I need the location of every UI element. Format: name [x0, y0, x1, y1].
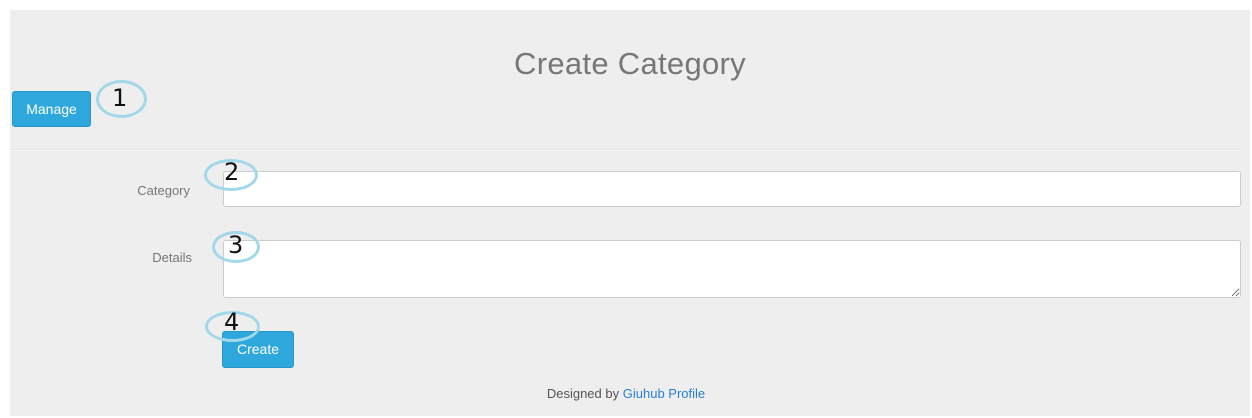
annotation-marker-2-number: 2 — [224, 158, 240, 186]
footer-profile-link[interactable]: Giuhub Profile — [623, 386, 705, 401]
annotation-marker-1-number: 1 — [112, 84, 128, 112]
footer-credit-text: Designed by — [546, 386, 620, 401]
manage-button[interactable]: Manage — [12, 91, 91, 127]
details-textarea[interactable] — [223, 240, 1241, 298]
category-label: Category — [137, 183, 190, 198]
category-input[interactable] — [223, 171, 1241, 207]
footer: Designed by Giuhub Profile — [0, 386, 1252, 401]
page-title: Create Category — [514, 46, 746, 81]
header-divider — [10, 149, 1240, 151]
details-label: Details — [152, 250, 192, 265]
annotation-marker-4-number: 4 — [224, 308, 240, 336]
annotation-marker-3-number: 3 — [228, 231, 244, 259]
